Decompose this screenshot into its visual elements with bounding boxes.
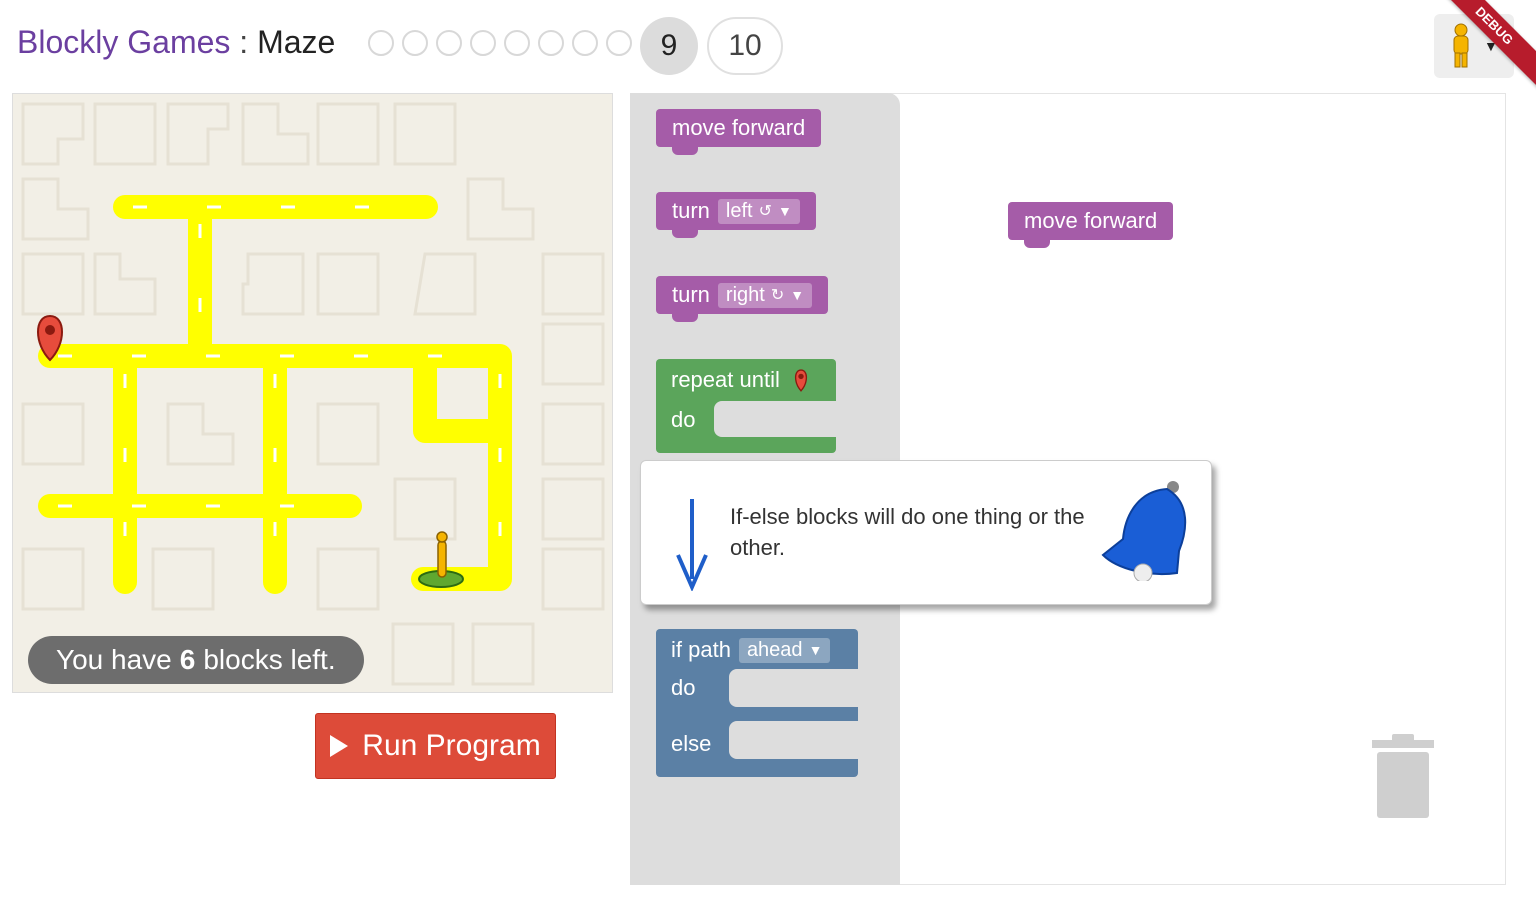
level-link-4[interactable] bbox=[470, 30, 496, 56]
block-notch bbox=[672, 229, 698, 238]
help-dialog: If-else blocks will do one thing or the … bbox=[640, 460, 1212, 605]
block-label: turn bbox=[672, 282, 710, 307]
chevron-down-icon: ▼ bbox=[808, 642, 823, 658]
toolbox-repeat-until-block[interactable]: repeat until do bbox=[656, 359, 836, 453]
level-selector bbox=[368, 30, 632, 56]
run-program-button[interactable]: Run Program bbox=[315, 713, 556, 779]
trash-icon[interactable] bbox=[1370, 734, 1436, 820]
level-link-5[interactable] bbox=[504, 30, 530, 56]
chevron-down-icon: ▼ bbox=[778, 203, 792, 219]
play-icon bbox=[330, 735, 349, 757]
block-label: repeat until bbox=[671, 367, 780, 392]
block-notch bbox=[1024, 239, 1050, 248]
level-current[interactable]: 9 bbox=[640, 17, 698, 75]
maze-wall-tiles bbox=[21, 102, 605, 686]
statement-slot-else[interactable] bbox=[729, 721, 858, 759]
rotate-right-icon: ↻ bbox=[770, 287, 785, 304]
app-root: Blockly Games : Maze 9 10 ▼ DEBUG You ha… bbox=[0, 0, 1536, 900]
workspace-move-forward-block[interactable]: move forward bbox=[1008, 202, 1174, 248]
direction-dropdown[interactable]: right ↻ ▼ bbox=[717, 282, 813, 308]
level-link-6[interactable] bbox=[538, 30, 564, 56]
block-label: do bbox=[671, 675, 696, 700]
block-notch bbox=[672, 146, 698, 155]
arrow-down-icon bbox=[676, 499, 708, 591]
marker-icon bbox=[794, 369, 807, 392]
capacity-prefix: You have bbox=[56, 644, 172, 675]
path-direction-dropdown[interactable]: ahead ▼ bbox=[738, 637, 831, 663]
dropdown-value: right bbox=[725, 283, 765, 306]
direction-dropdown[interactable]: left ↺ ▼ bbox=[717, 198, 800, 224]
statement-slot-do[interactable] bbox=[729, 669, 858, 707]
block-label: move forward bbox=[1024, 208, 1158, 233]
chevron-down-icon: ▼ bbox=[790, 287, 805, 303]
maze-display bbox=[12, 93, 613, 693]
block-notch bbox=[672, 313, 698, 322]
app-title-link[interactable]: Blockly Games bbox=[17, 24, 230, 60]
bell-icon bbox=[1101, 481, 1187, 581]
rotate-left-icon: ↺ bbox=[758, 203, 773, 220]
capacity-suffix: blocks left. bbox=[203, 644, 336, 675]
maze-canvas bbox=[21, 102, 605, 686]
block-label: move forward bbox=[672, 115, 806, 140]
pegman-icon bbox=[1453, 23, 1469, 68]
level-link-next[interactable]: 10 bbox=[707, 17, 783, 75]
toolbox-if-else-block[interactable]: if path ahead ▼ do else bbox=[656, 629, 858, 777]
block-label: else bbox=[671, 731, 712, 756]
capacity-indicator: You have 6 blocks left. bbox=[28, 636, 364, 684]
help-text: If-else blocks will do one thing or the … bbox=[730, 504, 1085, 560]
statement-slot[interactable] bbox=[714, 401, 836, 437]
capacity-count: 6 bbox=[179, 644, 196, 675]
toolbox-turn-right-block[interactable]: turn right ↻ ▼ bbox=[656, 276, 829, 322]
level-link-3[interactable] bbox=[436, 30, 462, 56]
block-label: if path bbox=[671, 637, 731, 662]
toolbox-move-forward-block[interactable]: move forward bbox=[656, 109, 822, 155]
title-separator: : bbox=[230, 24, 258, 60]
level-link-7[interactable] bbox=[572, 30, 598, 56]
run-program-label: Run Program bbox=[362, 729, 541, 762]
level-link-1[interactable] bbox=[368, 30, 394, 56]
block-label: do bbox=[671, 407, 696, 432]
level-link-8[interactable] bbox=[606, 30, 632, 56]
toolbox-turn-left-block[interactable]: turn left ↺ ▼ bbox=[656, 192, 816, 238]
dropdown-value: left bbox=[725, 199, 753, 222]
page-title: Blockly Games : Maze bbox=[17, 24, 335, 61]
level-link-2[interactable] bbox=[402, 30, 428, 56]
block-label: turn bbox=[672, 198, 710, 223]
level-name: Maze bbox=[257, 24, 336, 60]
dropdown-value: ahead bbox=[746, 638, 803, 661]
